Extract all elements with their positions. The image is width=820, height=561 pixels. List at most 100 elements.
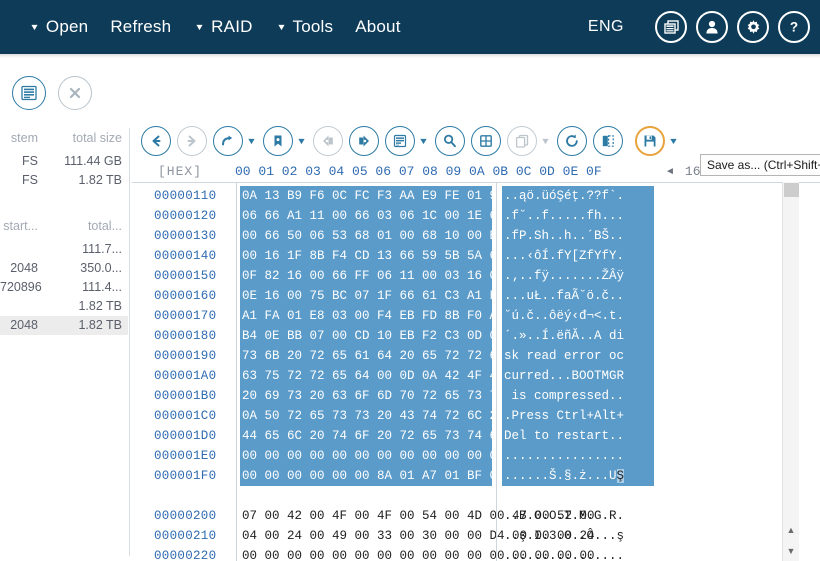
hex-row[interactable]: 0A 13 B9 F6 0C FC F3 AA E9 FE 01 90 90 6… xyxy=(240,186,595,206)
menu-about[interactable]: About xyxy=(355,17,422,37)
chevron-down-icon[interactable]: ▼ xyxy=(418,136,429,146)
next-bookmark-icon[interactable] xyxy=(348,126,379,156)
ascii-row[interactable]: Del to restart.. xyxy=(502,426,654,446)
ascii-row[interactable]: ................ xyxy=(502,446,654,466)
chevron-down-icon[interactable]: ▼ xyxy=(246,136,257,146)
offset-value: 000001A0 xyxy=(154,369,217,383)
column-header-filesystem[interactable]: stem xyxy=(0,128,44,152)
ascii-row[interactable]: sk read error oc xyxy=(502,346,654,366)
offset-spacer xyxy=(154,486,240,506)
hex-row[interactable]: 04 00 24 00 49 00 33 00 30 00 00 D4 00 0… xyxy=(240,526,595,546)
scroll-down-button[interactable]: ▼ xyxy=(783,542,799,559)
chevron-down-icon[interactable]: ▼ xyxy=(540,136,551,146)
hex-row[interactable]: 00 16 1F 8B F4 CD 13 66 59 5B 5A 66 59 6… xyxy=(240,246,595,266)
save-as-icon[interactable] xyxy=(634,126,665,156)
prev-arrow-icon[interactable]: ◄ xyxy=(665,166,675,177)
column-header-total[interactable]: total... xyxy=(44,216,128,240)
hex-row[interactable]: 06 66 A1 11 00 66 03 06 1C 00 1E 66 68 0… xyxy=(240,206,595,226)
ascii-row[interactable]: curred...BOOTMGR xyxy=(502,366,654,386)
hex-row[interactable]: 73 6B 20 72 65 61 64 20 65 72 72 6F 72 2… xyxy=(240,346,595,366)
goto-offset-icon[interactable] xyxy=(213,126,243,156)
chevron-down-icon: ▼ xyxy=(29,21,40,32)
prev-bookmark-icon[interactable] xyxy=(312,126,343,156)
menu-raid[interactable]: ▼ RAID xyxy=(193,17,274,37)
hex-row[interactable]: 0A 50 72 65 73 73 20 43 74 72 6C 2B 41 6… xyxy=(240,406,595,426)
table-row[interactable]: 720896 111.4... xyxy=(0,278,128,297)
user-icon[interactable] xyxy=(696,11,728,43)
offset-value: 00000220 xyxy=(154,549,217,561)
hex-row[interactable]: A1 FA 01 E8 03 00 F4 EB FD 8B F0 AC 3C 0… xyxy=(240,306,595,326)
toolbar-divider xyxy=(129,58,130,128)
bookmark-icon[interactable] xyxy=(262,126,293,156)
table-row[interactable]: FS 1.82 TB xyxy=(0,171,128,190)
ascii-row[interactable]: is compressed.. xyxy=(502,386,654,406)
hex-editor-body[interactable]: 00000110 00000120 00000130 00000140 00000150… xyxy=(132,182,820,561)
grid-icon[interactable] xyxy=(470,126,501,156)
hex-row[interactable]: 00 00 00 00 00 00 00 00 00 00 00 00 00 0… xyxy=(240,446,595,466)
column-header-total-size[interactable]: total size xyxy=(44,128,128,152)
pane-toggle-icon[interactable] xyxy=(592,126,623,156)
cell-filesystem: FS xyxy=(22,154,38,168)
ascii-column[interactable]: ..ąö.üóŞéţ.??f`. .f˘..f.....fh... .fP.Sh..… xyxy=(502,186,654,561)
chevron-down-icon[interactable]: ▼ xyxy=(668,136,679,146)
chevron-down-icon[interactable]: ▼ xyxy=(296,136,307,146)
hex-row[interactable]: 00 00 00 00 00 00 8A 01 A7 01 BF 01 00 0… xyxy=(240,466,595,486)
ascii-row[interactable]: ...‹ôÍ.fY[ZfYfY. xyxy=(502,246,654,266)
refresh-icon[interactable] xyxy=(556,126,587,156)
hex-row[interactable]: 00 00 00 00 00 00 00 00 00 00 00 00 00 0… xyxy=(240,546,595,561)
ascii-row[interactable]: ´.»..Í.ëñĂ..A di xyxy=(502,326,654,346)
table-row-selected[interactable]: 2048 1.82 TB xyxy=(0,316,128,335)
ascii-row[interactable]: .‚..fÿ.......ŽÂÿ xyxy=(502,266,654,286)
menu-refresh[interactable]: Refresh xyxy=(110,17,193,37)
windows-icon[interactable] xyxy=(655,11,687,43)
hex-row[interactable]: 0F 82 16 00 66 FF 06 11 00 03 16 0F 00 8… xyxy=(240,266,595,286)
offset-value: 00000190 xyxy=(154,349,217,363)
ascii-row[interactable]: .fP.Sh..h..´BŠ.. xyxy=(502,226,654,246)
ascii-row[interactable]: ..ąö.üóŞéţ.??f`. xyxy=(502,186,654,206)
menu-tools[interactable]: ▼ Tools xyxy=(275,17,356,37)
ascii-row[interactable]: .Press Ctrl+Alt+ xyxy=(502,406,654,426)
ascii-row[interactable]: .f˘..f.....fh... xyxy=(502,206,654,226)
gear-icon[interactable] xyxy=(737,11,769,43)
table-row[interactable]: 111.7... xyxy=(0,240,128,259)
back-arrow-icon[interactable] xyxy=(141,126,171,156)
hex-row[interactable]: B4 0E BB 07 00 CD 10 EB F2 C3 0D 0A 41 2… xyxy=(240,326,595,346)
ascii-char-cursor[interactable]: Ş xyxy=(616,469,625,483)
hex-row[interactable]: 63 75 72 72 65 64 00 0D 0A 42 4F 4F 54 4… xyxy=(240,366,595,386)
table-row[interactable]: FS 111.44 GB xyxy=(0,152,128,171)
vertical-scrollbar[interactable]: ▲ ▼ xyxy=(782,182,799,561)
ascii-row[interactable]: ................ xyxy=(502,546,654,561)
offset-value: 000001C0 xyxy=(154,409,217,423)
language-selector[interactable]: ENG xyxy=(588,18,624,36)
table-row[interactable]: 1.82 TB xyxy=(0,297,128,316)
cell-start: 720896 xyxy=(0,280,42,294)
cell-total-size: 1.82 TB xyxy=(78,173,122,187)
hex-row[interactable]: 44 65 6C 20 74 6F 20 72 65 73 74 61 72 7… xyxy=(240,426,595,446)
sidebar-panel: stem total size FS 111.44 GB FS 1.82 TB … xyxy=(0,128,128,561)
scrollbar-thumb[interactable] xyxy=(784,183,799,197)
ascii-row-spacer xyxy=(502,486,654,506)
table-row[interactable]: 2048 350.0... xyxy=(0,259,128,278)
hex-row[interactable]: 0E 16 00 75 BC 07 1F 66 61 C3 A1 F6 01 E… xyxy=(240,286,595,306)
search-icon[interactable] xyxy=(434,126,465,156)
ascii-row[interactable]: ......Š.§.ż...UŞ xyxy=(502,466,654,486)
forward-arrow-icon[interactable] xyxy=(177,126,207,156)
scroll-up-button[interactable]: ▲ xyxy=(783,521,799,538)
hex-row[interactable]: 20 69 73 20 63 6F 6D 70 72 65 73 73 65 6… xyxy=(240,386,595,406)
close-icon[interactable] xyxy=(58,76,92,110)
ascii-row[interactable]: ..ş.I.3.0..Ô...ş xyxy=(502,526,654,546)
hex-column-numbers: 00 01 02 03 04 05 06 07 08 09 0A 0B 0C 0… xyxy=(235,164,602,179)
ascii-row[interactable]: ..B.O.O.T.M.G.R. xyxy=(502,506,654,526)
hex-row[interactable]: 07 00 42 00 4F 00 4F 00 54 00 4D 00 47 0… xyxy=(240,506,595,526)
copy-icon[interactable] xyxy=(506,126,537,156)
list-view-icon[interactable] xyxy=(12,76,46,110)
cell-total: 111.4... xyxy=(82,280,122,294)
menu-open[interactable]: ▼ Open xyxy=(28,17,110,37)
hex-row[interactable]: 00 66 50 06 53 68 01 00 68 10 00 B4 42 8… xyxy=(240,226,595,246)
column-header-start[interactable]: start... xyxy=(0,216,44,240)
template-list-icon[interactable] xyxy=(384,126,415,156)
hex-bytes-column[interactable]: 0A 13 B9 F6 0C FC F3 AA E9 FE 01 90 90 6… xyxy=(240,186,595,561)
ascii-row[interactable]: ...uŁ..faÃ˘ö.č.. xyxy=(502,286,654,306)
help-icon[interactable]: ? xyxy=(778,11,810,43)
ascii-row[interactable]: ˘ú.č..ôëý‹đ¬<.t. xyxy=(502,306,654,326)
